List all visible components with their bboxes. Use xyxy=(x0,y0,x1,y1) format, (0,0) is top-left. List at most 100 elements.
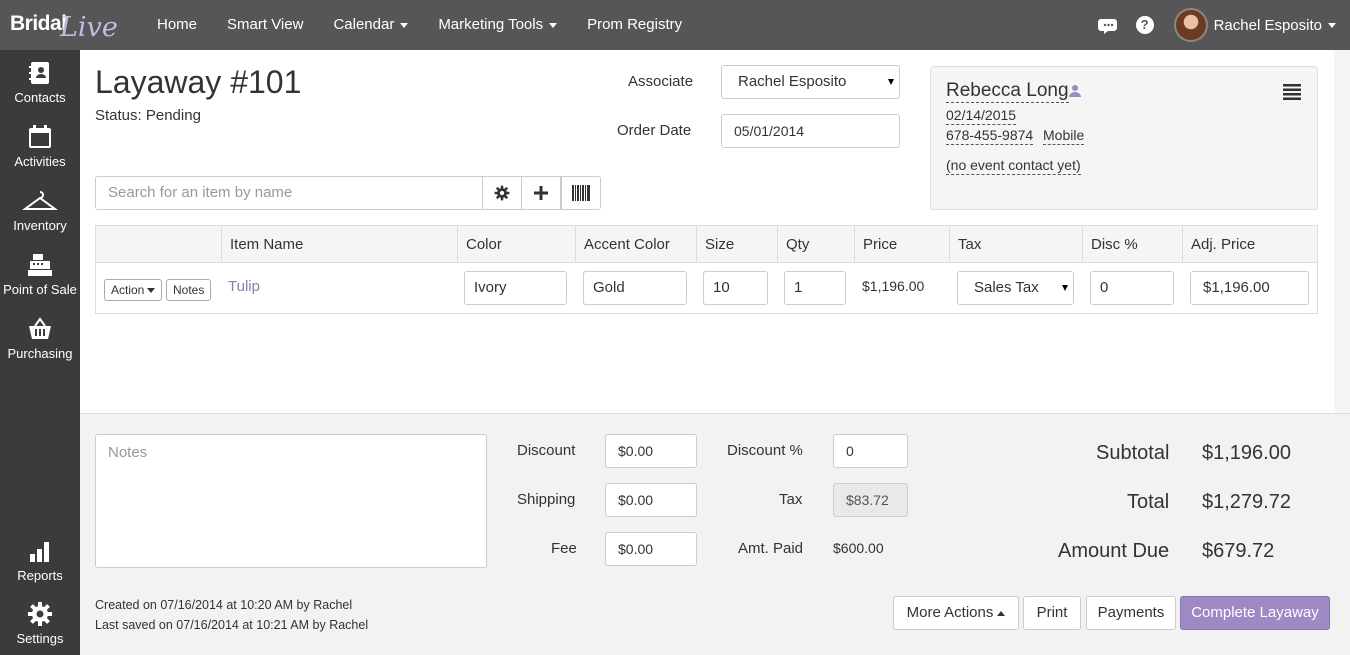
chevron-down-icon xyxy=(147,288,156,294)
associate-label: Associate xyxy=(628,73,694,90)
nav-smart-view[interactable]: Smart View xyxy=(215,0,315,50)
nav-home[interactable]: Home xyxy=(145,0,209,50)
chevron-down-icon[interactable] xyxy=(1328,22,1336,28)
search-settings-button[interactable] xyxy=(482,176,522,210)
tax-label: Tax xyxy=(779,491,803,508)
nav-marketing-tools[interactable]: Marketing Tools xyxy=(426,0,569,50)
shipping-input[interactable]: $0.00 xyxy=(605,483,697,517)
discount-input[interactable]: $0.00 xyxy=(605,434,697,468)
sidebar-item-point-of-sale[interactable]: Point of Sale xyxy=(0,252,80,297)
chat-icon[interactable] xyxy=(1097,14,1120,36)
sidebar-item-label: Settings xyxy=(16,631,64,646)
sidebar-item-reports[interactable]: Reports xyxy=(0,538,80,583)
main-content: Layaway #101 Status: Pending Associate R… xyxy=(80,50,1350,413)
col-item-name: Item Name xyxy=(221,226,461,263)
event-contact-link[interactable]: (no event contact yet) xyxy=(946,157,1081,175)
qty-input[interactable]: 1 xyxy=(784,271,846,305)
chevron-up-icon xyxy=(997,610,1006,616)
shipping-label: Shipping xyxy=(517,491,576,508)
row-notes-button[interactable]: Notes xyxy=(166,279,212,301)
contact-phone-type[interactable]: Mobile xyxy=(1043,127,1085,145)
discount-percent-label: Discount % xyxy=(727,442,803,459)
nav-home-label: Home xyxy=(157,16,198,33)
add-item-button[interactable] xyxy=(521,176,561,210)
chevron-down-icon xyxy=(400,22,409,28)
sidebar-item-label: Contacts xyxy=(14,90,66,105)
nav-prom-registry-label: Prom Registry xyxy=(587,16,683,33)
item-name-link[interactable]: Tulip xyxy=(228,278,260,295)
contact-event-date[interactable]: 02/14/2015 xyxy=(946,107,1017,125)
order-status: Status: Pending xyxy=(95,107,201,124)
order-date-label: Order Date xyxy=(617,122,692,139)
tax-input: $83.72 xyxy=(833,483,908,517)
hamburger-menu-icon[interactable] xyxy=(1283,84,1301,100)
sidebar-item-inventory[interactable]: Inventory xyxy=(0,188,80,233)
print-button[interactable]: Print xyxy=(1023,596,1081,630)
basket-icon xyxy=(29,317,51,339)
adj-price-input[interactable]: $1,196.00 xyxy=(1190,271,1309,305)
subtotal-value: $1,196.00 xyxy=(1202,442,1291,464)
accent-color-input[interactable]: Gold xyxy=(583,271,687,305)
help-icon[interactable]: ? xyxy=(1135,16,1154,34)
sidebar-item-activities[interactable]: Activities xyxy=(0,124,80,169)
logo-text-live: Live xyxy=(60,12,118,43)
total-label: Total xyxy=(1127,491,1170,513)
discount-label: Discount xyxy=(517,442,576,459)
associate-select-value: Rachel Esposito xyxy=(738,73,847,90)
color-input[interactable]: Ivory xyxy=(464,271,567,305)
chevron-down-icon xyxy=(1062,285,1068,291)
item-search-input[interactable]: Search for an item by name xyxy=(95,176,483,210)
barcode-scan-button[interactable] xyxy=(561,176,601,210)
price-value: $1,196.00 xyxy=(862,278,925,294)
table-header: Item Name Color Accent Color Size Qty Pr… xyxy=(96,226,1317,263)
size-input[interactable]: 10 xyxy=(703,271,768,305)
order-date-input[interactable] xyxy=(721,114,900,148)
complete-layaway-button[interactable]: Complete Layaway xyxy=(1180,596,1330,630)
person-icon xyxy=(1069,85,1081,97)
action-dropdown-button[interactable]: Action xyxy=(104,279,163,301)
sidebar-item-purchasing[interactable]: Purchasing xyxy=(0,316,80,361)
amount-due-label: Amount Due xyxy=(1058,540,1170,562)
contact-name[interactable]: Rebecca Long xyxy=(946,80,1069,103)
more-actions-label: More Actions xyxy=(906,604,994,621)
nav-marketing-tools-label: Marketing Tools xyxy=(438,16,544,33)
col-size: Size xyxy=(696,226,778,263)
sidebar-item-label: Reports xyxy=(17,568,63,583)
sidebar: Contacts Activities Inventory Point of S… xyxy=(0,50,80,655)
order-notes-textarea[interactable]: Notes xyxy=(95,434,487,568)
more-actions-button[interactable]: More Actions xyxy=(893,596,1019,630)
gear-icon xyxy=(28,602,52,626)
avatar[interactable] xyxy=(1173,8,1208,42)
user-menu[interactable]: Rachel Esposito xyxy=(1214,17,1322,34)
contact-card: Rebecca Long 02/14/2015 678-455-9874 Mob… xyxy=(930,66,1318,210)
bar-chart-icon xyxy=(30,542,49,562)
sidebar-item-settings[interactable]: Settings xyxy=(0,601,80,646)
nav-prom-registry[interactable]: Prom Registry xyxy=(575,0,694,50)
col-tax: Tax xyxy=(949,226,1083,263)
main-nav: Home Smart View Calendar Marketing Tools… xyxy=(145,0,700,50)
order-footer: Notes Discount $0.00 Shipping $0.00 Fee … xyxy=(80,413,1350,655)
disc-input[interactable]: 0 xyxy=(1090,271,1174,305)
nav-calendar[interactable]: Calendar xyxy=(321,0,420,50)
gear-icon xyxy=(494,185,510,201)
tax-select[interactable]: Sales Tax xyxy=(957,271,1074,305)
discount-percent-input[interactable]: 0 xyxy=(833,434,908,468)
contact-phone[interactable]: 678-455-9874 xyxy=(946,127,1034,145)
sidebar-item-label: Activities xyxy=(14,154,66,169)
associate-select[interactable]: Rachel Esposito xyxy=(721,65,900,99)
cash-register-icon xyxy=(28,254,52,276)
sidebar-item-label: Point of Sale xyxy=(3,282,77,297)
col-price: Price xyxy=(854,226,950,263)
amount-paid-label: Amt. Paid xyxy=(738,540,804,557)
payments-button[interactable]: Payments xyxy=(1086,596,1176,630)
hanger-icon xyxy=(22,191,58,210)
saved-info: Last saved on 07/16/2014 at 10:21 AM by … xyxy=(95,618,369,632)
chevron-down-icon xyxy=(888,79,894,85)
sidebar-item-contacts[interactable]: Contacts xyxy=(0,60,80,105)
logo-text-bridal: Bridal xyxy=(10,12,67,35)
calendar-icon xyxy=(29,125,51,148)
fee-input[interactable]: $0.00 xyxy=(605,532,697,566)
scrollbar[interactable] xyxy=(1334,50,1350,413)
bridallive-logo[interactable]: Bridal Live xyxy=(10,6,130,46)
action-button-label: Action xyxy=(111,283,145,297)
